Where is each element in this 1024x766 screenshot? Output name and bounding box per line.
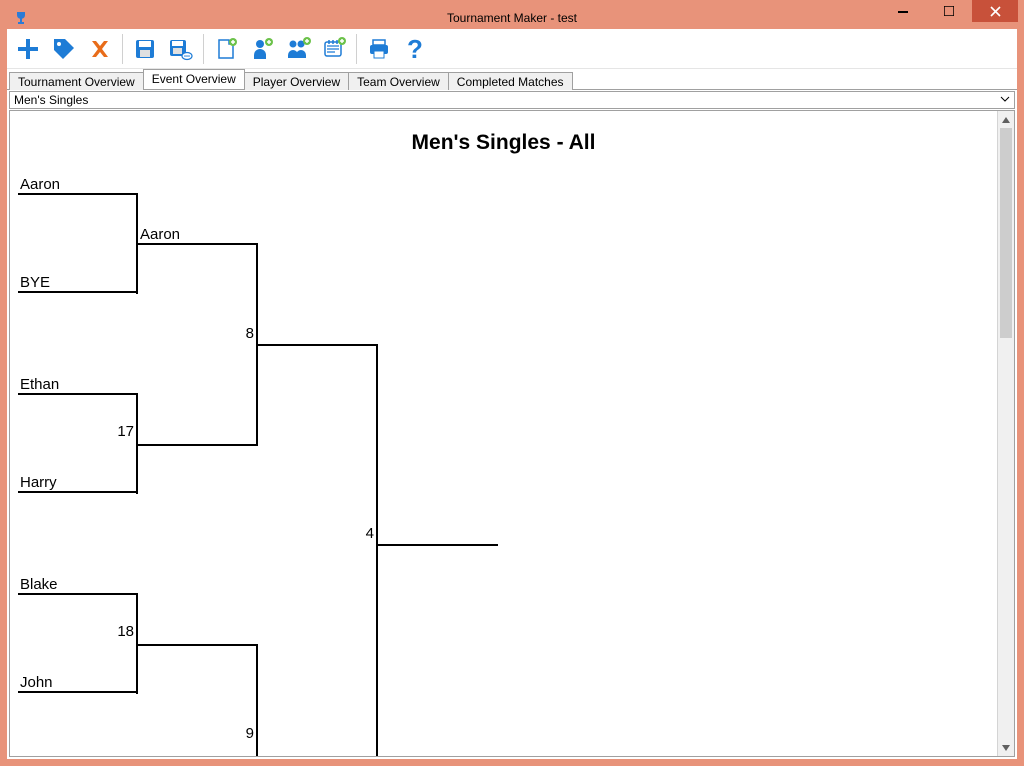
bracket-slot: Aaron xyxy=(18,176,138,193)
app-icon xyxy=(13,10,29,26)
window-controls xyxy=(880,0,1018,22)
window-title: Tournament Maker - test xyxy=(447,11,577,25)
save-button[interactable] xyxy=(128,32,162,66)
bracket-slot: BYE xyxy=(18,274,138,291)
print-button[interactable] xyxy=(362,32,396,66)
bracket-connector xyxy=(138,444,258,446)
toolbar-separator xyxy=(356,34,357,64)
event-dropdown-value: Men's Singles xyxy=(14,93,88,107)
tab-event-overview[interactable]: Event Overview xyxy=(143,69,245,89)
bracket-slot: Aaron xyxy=(138,226,258,243)
toolbar-separator xyxy=(203,34,204,64)
match-number: 8 xyxy=(238,325,254,342)
bracket-slot: John xyxy=(18,674,138,691)
tab-bar: Tournament Overview Event Overview Playe… xyxy=(7,69,1017,90)
bracket-connector xyxy=(256,644,258,756)
bracket-slot: Blake xyxy=(18,576,138,593)
bracket-connector xyxy=(258,344,378,346)
tab-completed-matches[interactable]: Completed Matches xyxy=(448,72,573,90)
chevron-down-icon xyxy=(998,93,1012,107)
content-area: Men's Singles - All Aaron BYE Ethan Harr… xyxy=(9,110,1015,757)
vertical-scrollbar[interactable] xyxy=(997,111,1014,756)
bracket-connector xyxy=(138,644,258,646)
scroll-down-button[interactable] xyxy=(998,739,1014,756)
delete-button[interactable] xyxy=(83,32,117,66)
toolbar: ? xyxy=(7,29,1017,69)
event-dropdown[interactable]: Men's Singles xyxy=(9,91,1015,109)
add-button[interactable] xyxy=(11,32,45,66)
new-document-button[interactable] xyxy=(209,32,243,66)
scroll-up-button[interactable] xyxy=(998,111,1014,128)
tag-button[interactable] xyxy=(47,32,81,66)
add-team-button[interactable] xyxy=(281,32,315,66)
maximize-button[interactable] xyxy=(926,0,972,22)
tab-team-overview[interactable]: Team Overview xyxy=(348,72,449,90)
svg-text:?: ? xyxy=(407,36,423,62)
new-note-button[interactable] xyxy=(317,32,351,66)
bracket-slot: Ethan xyxy=(18,376,138,393)
close-button[interactable] xyxy=(972,0,1018,22)
tab-player-overview[interactable]: Player Overview xyxy=(244,72,349,90)
bracket-slot: Harry xyxy=(18,474,138,491)
help-button[interactable]: ? xyxy=(398,32,432,66)
app-window: Tournament Maker - test xyxy=(7,7,1017,759)
minimize-button[interactable] xyxy=(880,0,926,22)
bracket: Aaron BYE Ethan Harry 17 Blake John 18 A… xyxy=(10,111,997,756)
match-number: 17 xyxy=(110,423,134,440)
scrollbar-thumb[interactable] xyxy=(1000,128,1012,338)
tab-tournament-overview[interactable]: Tournament Overview xyxy=(9,72,144,90)
match-number: 4 xyxy=(358,525,374,542)
add-player-button[interactable] xyxy=(245,32,279,66)
match-number: 9 xyxy=(238,725,254,742)
match-number: 18 xyxy=(110,623,134,640)
toolbar-separator xyxy=(122,34,123,64)
bracket-connector xyxy=(378,544,498,546)
save-as-button[interactable] xyxy=(164,32,198,66)
bracket-canvas[interactable]: Men's Singles - All Aaron BYE Ethan Harr… xyxy=(10,111,997,756)
titlebar: Tournament Maker - test xyxy=(7,7,1017,29)
bracket-connector xyxy=(376,344,378,756)
